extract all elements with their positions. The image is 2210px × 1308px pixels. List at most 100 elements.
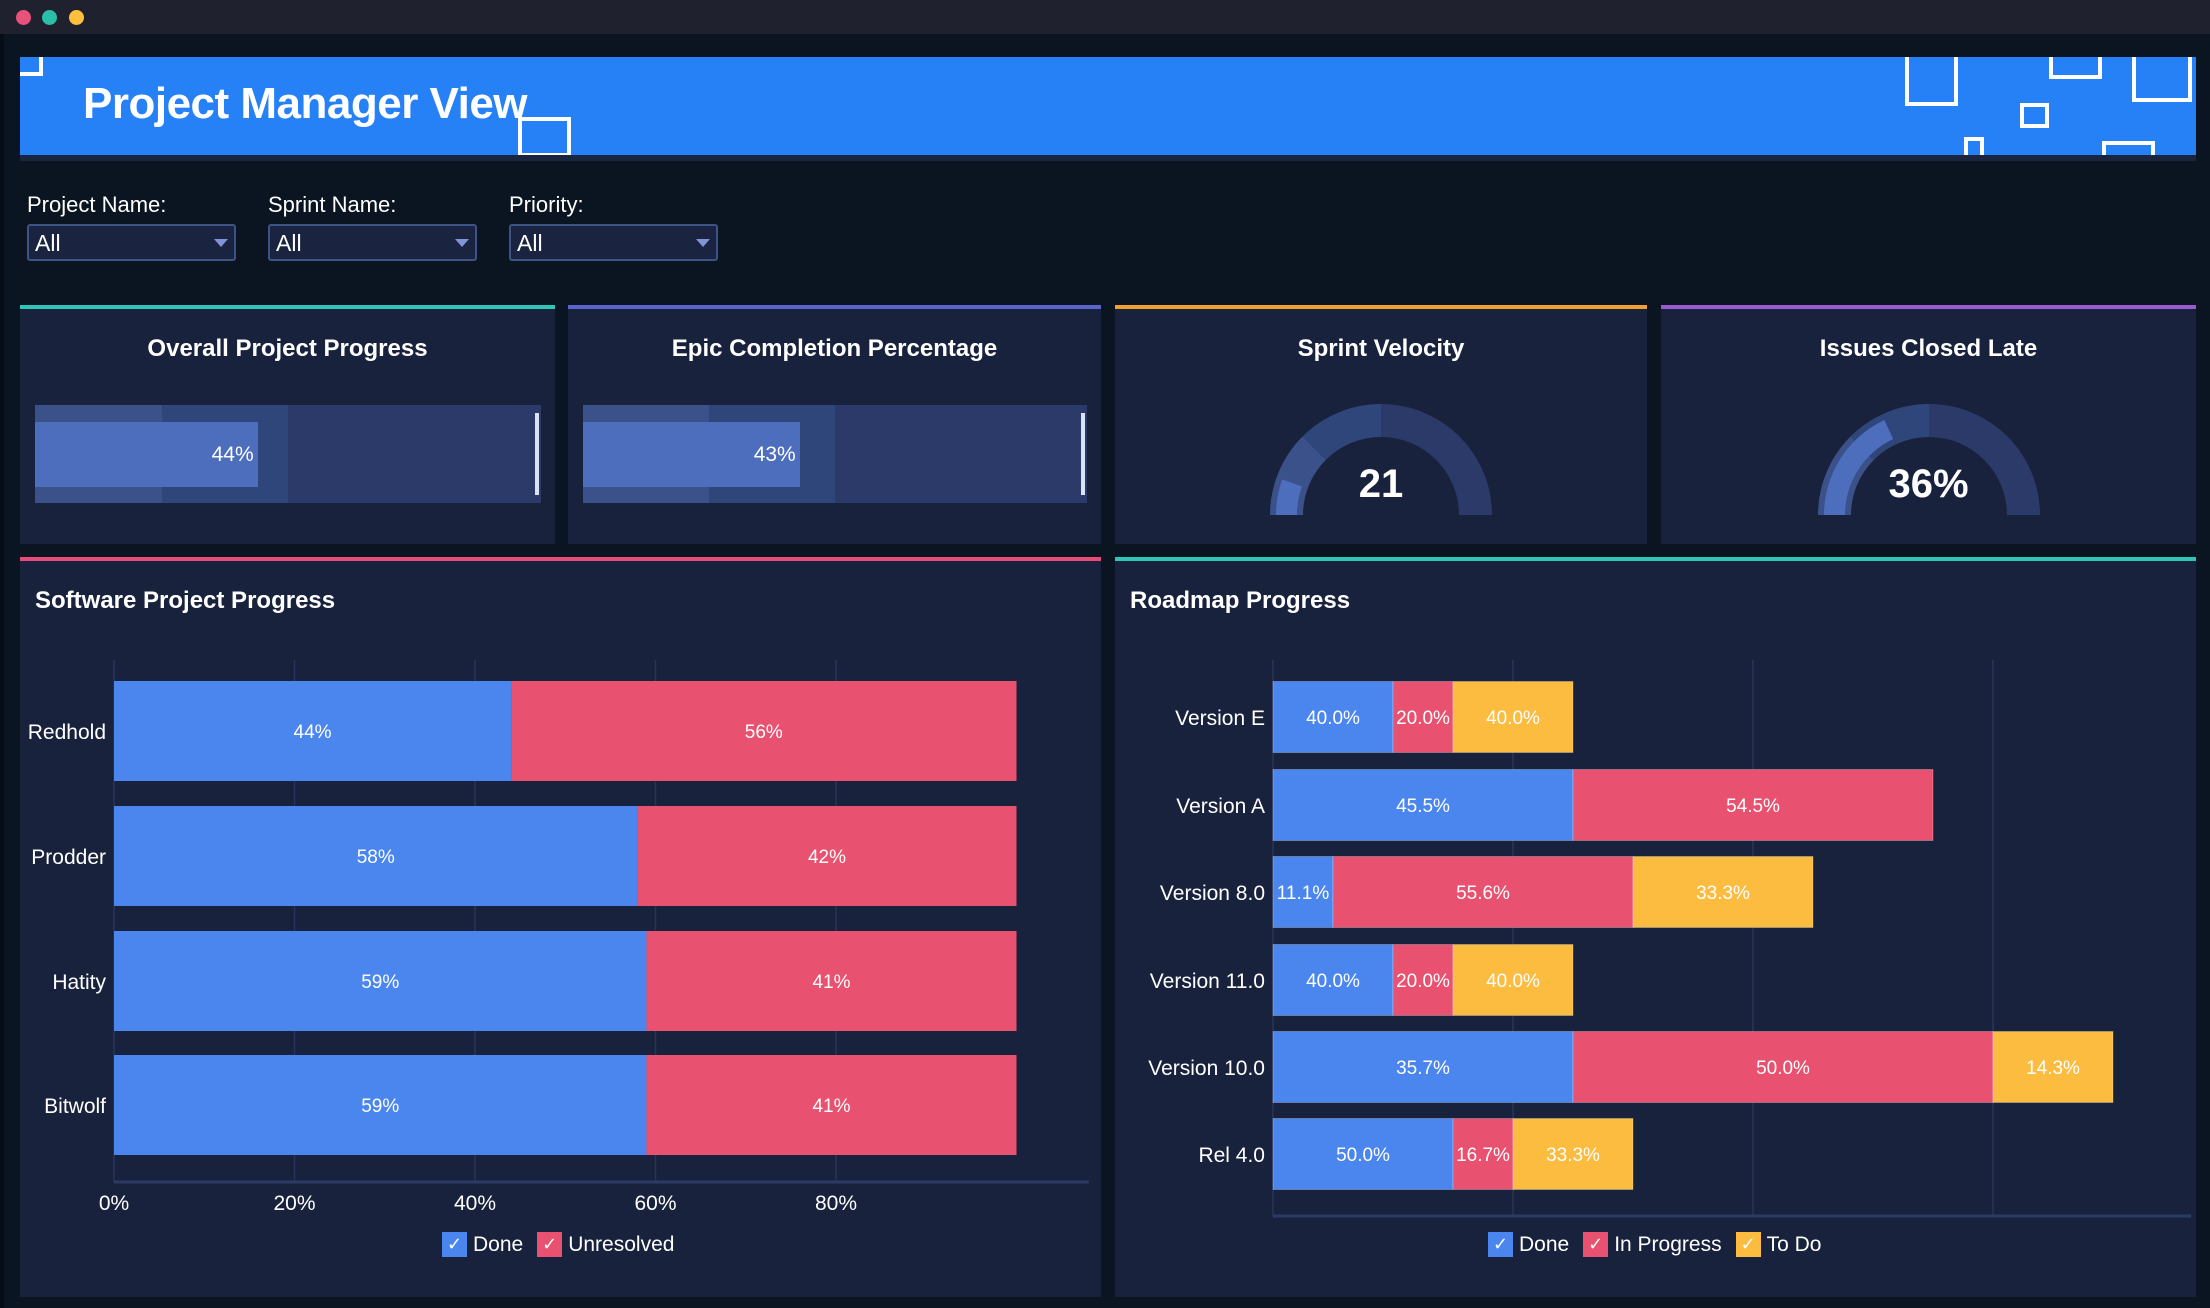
data-label: 11.1% bbox=[1277, 883, 1330, 904]
project-name-value: All bbox=[35, 230, 61, 256]
y-category-label: Version 10.0 bbox=[1148, 1057, 1265, 1080]
data-label: 41% bbox=[812, 972, 850, 993]
software-project-progress-panel: Software Project Progress 0% 20% 40% 60% 80%… bbox=[20, 557, 1101, 1297]
epic-completion-bullet-chart: 43% bbox=[583, 405, 1087, 503]
priority-select[interactable]: All bbox=[509, 224, 718, 261]
y-category-label: Prodder bbox=[31, 846, 106, 869]
minimize-window-button[interactable] bbox=[42, 10, 57, 25]
data-label: 58% bbox=[357, 847, 395, 868]
legend-item-in-progress[interactable]: ✓ In Progress bbox=[1583, 1232, 1722, 1257]
legend-item-unresolved[interactable]: ✓ Unresolved bbox=[537, 1232, 674, 1257]
legend-label: Unresolved bbox=[568, 1232, 675, 1256]
legend-label: In Progress bbox=[1614, 1232, 1722, 1256]
card-title: Issues Closed Late bbox=[1819, 335, 2038, 362]
data-label: 44% bbox=[294, 722, 332, 743]
data-label: 33.3% bbox=[1546, 1145, 1600, 1166]
priority-label: Priority: bbox=[509, 192, 584, 217]
legend-label: Done bbox=[473, 1232, 524, 1256]
epic-completion-card: Epic Completion Percentage 43% bbox=[568, 305, 1101, 544]
data-label: 33.3% bbox=[1696, 883, 1750, 904]
y-category-label: Version E bbox=[1175, 707, 1265, 730]
checkbox-icon[interactable]: ✓ bbox=[1583, 1232, 1609, 1257]
overall-progress-card: Overall Project Progress 44% bbox=[20, 305, 555, 544]
chart-legend: ✓ Done ✓ Unresolved bbox=[442, 1232, 674, 1257]
data-label: 55.6% bbox=[1456, 883, 1510, 904]
close-window-button[interactable] bbox=[16, 10, 31, 25]
legend-label: To Do bbox=[1766, 1232, 1822, 1256]
data-label: 42% bbox=[808, 847, 846, 868]
sprint-name-value: All bbox=[276, 230, 302, 256]
legend-item-done[interactable]: ✓ Done bbox=[442, 1232, 523, 1257]
issues-closed-late-gauge: 36% bbox=[1809, 390, 2049, 520]
legend-label: Done bbox=[1519, 1232, 1570, 1256]
banner-underline bbox=[20, 155, 2196, 161]
data-label: 59% bbox=[361, 972, 399, 993]
decorative-square bbox=[1964, 137, 1984, 155]
overall-progress-bullet-chart: 44% bbox=[35, 405, 541, 503]
data-label: 50.0% bbox=[1756, 1058, 1810, 1079]
card-accent-line bbox=[568, 305, 1101, 309]
y-category-label: Version A bbox=[1176, 795, 1265, 818]
sprint-name-label: Sprint Name: bbox=[268, 192, 397, 217]
maximize-window-button[interactable] bbox=[69, 10, 84, 25]
chevron-down-icon bbox=[214, 239, 228, 247]
sprint-velocity-card: Sprint Velocity 21 bbox=[1115, 305, 1647, 544]
data-label: 40.0% bbox=[1486, 708, 1540, 729]
x-tick-label: 0% bbox=[99, 1192, 129, 1215]
data-label: 20.0% bbox=[1396, 708, 1450, 729]
window-titlebar bbox=[0, 0, 2210, 34]
checkbox-icon[interactable]: ✓ bbox=[442, 1232, 467, 1257]
y-category-label: Version 8.0 bbox=[1160, 882, 1265, 905]
decorative-square bbox=[20, 57, 43, 76]
sprint-name-select[interactable]: All bbox=[268, 224, 477, 261]
page-title: Project Manager View bbox=[83, 79, 528, 128]
checkbox-icon[interactable]: ✓ bbox=[1488, 1232, 1513, 1257]
x-tick-label: 20% bbox=[273, 1192, 315, 1215]
decorative-square bbox=[2102, 141, 2155, 155]
bullet-target-marker bbox=[535, 413, 540, 495]
issues-closed-late-card: Issues Closed Late 36% bbox=[1661, 305, 2196, 544]
data-label: 59% bbox=[361, 1096, 399, 1117]
y-category-label: Bitwolf bbox=[44, 1095, 106, 1118]
project-name-select[interactable]: All bbox=[27, 224, 236, 261]
x-tick-label: 40% bbox=[454, 1192, 496, 1215]
header-banner: Project Manager View bbox=[20, 57, 2196, 155]
data-label: 20.0% bbox=[1396, 971, 1450, 992]
bullet-value-label: 43% bbox=[753, 443, 796, 466]
card-title: Overall Project Progress bbox=[147, 335, 428, 362]
software-project-progress-chart: 0% 20% 40% 60% 80% Redhold 44% 56% Prodder 58% 42%… bbox=[28, 660, 1089, 1215]
card-title: Sprint Velocity bbox=[1297, 335, 1465, 362]
data-label: 56% bbox=[745, 722, 783, 743]
data-label: 41% bbox=[812, 1096, 850, 1117]
decorative-square bbox=[2020, 103, 2049, 128]
gauge-value: 36% bbox=[1888, 462, 1969, 506]
data-label: 54.5% bbox=[1726, 796, 1780, 817]
chevron-down-icon bbox=[696, 239, 710, 247]
y-category-label: Hatity bbox=[52, 971, 106, 994]
sprint-velocity-gauge: 21 bbox=[1261, 390, 1501, 520]
gauge-value: 21 bbox=[1358, 462, 1404, 506]
data-label: 14.3% bbox=[2026, 1058, 2080, 1079]
decorative-square bbox=[2132, 57, 2192, 102]
decorative-square bbox=[2049, 57, 2102, 79]
checkbox-icon[interactable]: ✓ bbox=[1735, 1232, 1761, 1257]
data-label: 50.0% bbox=[1336, 1145, 1390, 1166]
bullet-value-label: 44% bbox=[211, 443, 254, 466]
x-tick-label: 80% bbox=[815, 1192, 857, 1215]
project-name-label: Project Name: bbox=[27, 192, 167, 217]
chevron-down-icon bbox=[455, 239, 469, 247]
y-category-label: Version 11.0 bbox=[1150, 970, 1265, 993]
data-label: 40.0% bbox=[1306, 971, 1360, 992]
y-category-label: Rel 4.0 bbox=[1198, 1144, 1265, 1167]
data-label: 45.5% bbox=[1396, 796, 1450, 817]
data-label: 40.0% bbox=[1486, 971, 1540, 992]
checkbox-icon[interactable]: ✓ bbox=[537, 1232, 563, 1257]
chart-legend: ✓ Done ✓ In Progress ✓ To Do bbox=[1488, 1232, 1821, 1257]
legend-item-done[interactable]: ✓ Done bbox=[1488, 1232, 1569, 1257]
roadmap-progress-panel: Roadmap Progress Version E 40.0% 20.0% 40.0… bbox=[1115, 557, 2196, 1297]
y-category-label: Redhold bbox=[28, 721, 106, 744]
roadmap-progress-chart: Version E 40.0% 20.0% 40.0% Version A 45.5% 54… bbox=[1148, 660, 2191, 1218]
card-accent-line bbox=[1661, 305, 2196, 309]
data-label: 16.7% bbox=[1456, 1145, 1510, 1166]
legend-item-to-do[interactable]: ✓ To Do bbox=[1735, 1232, 1822, 1257]
